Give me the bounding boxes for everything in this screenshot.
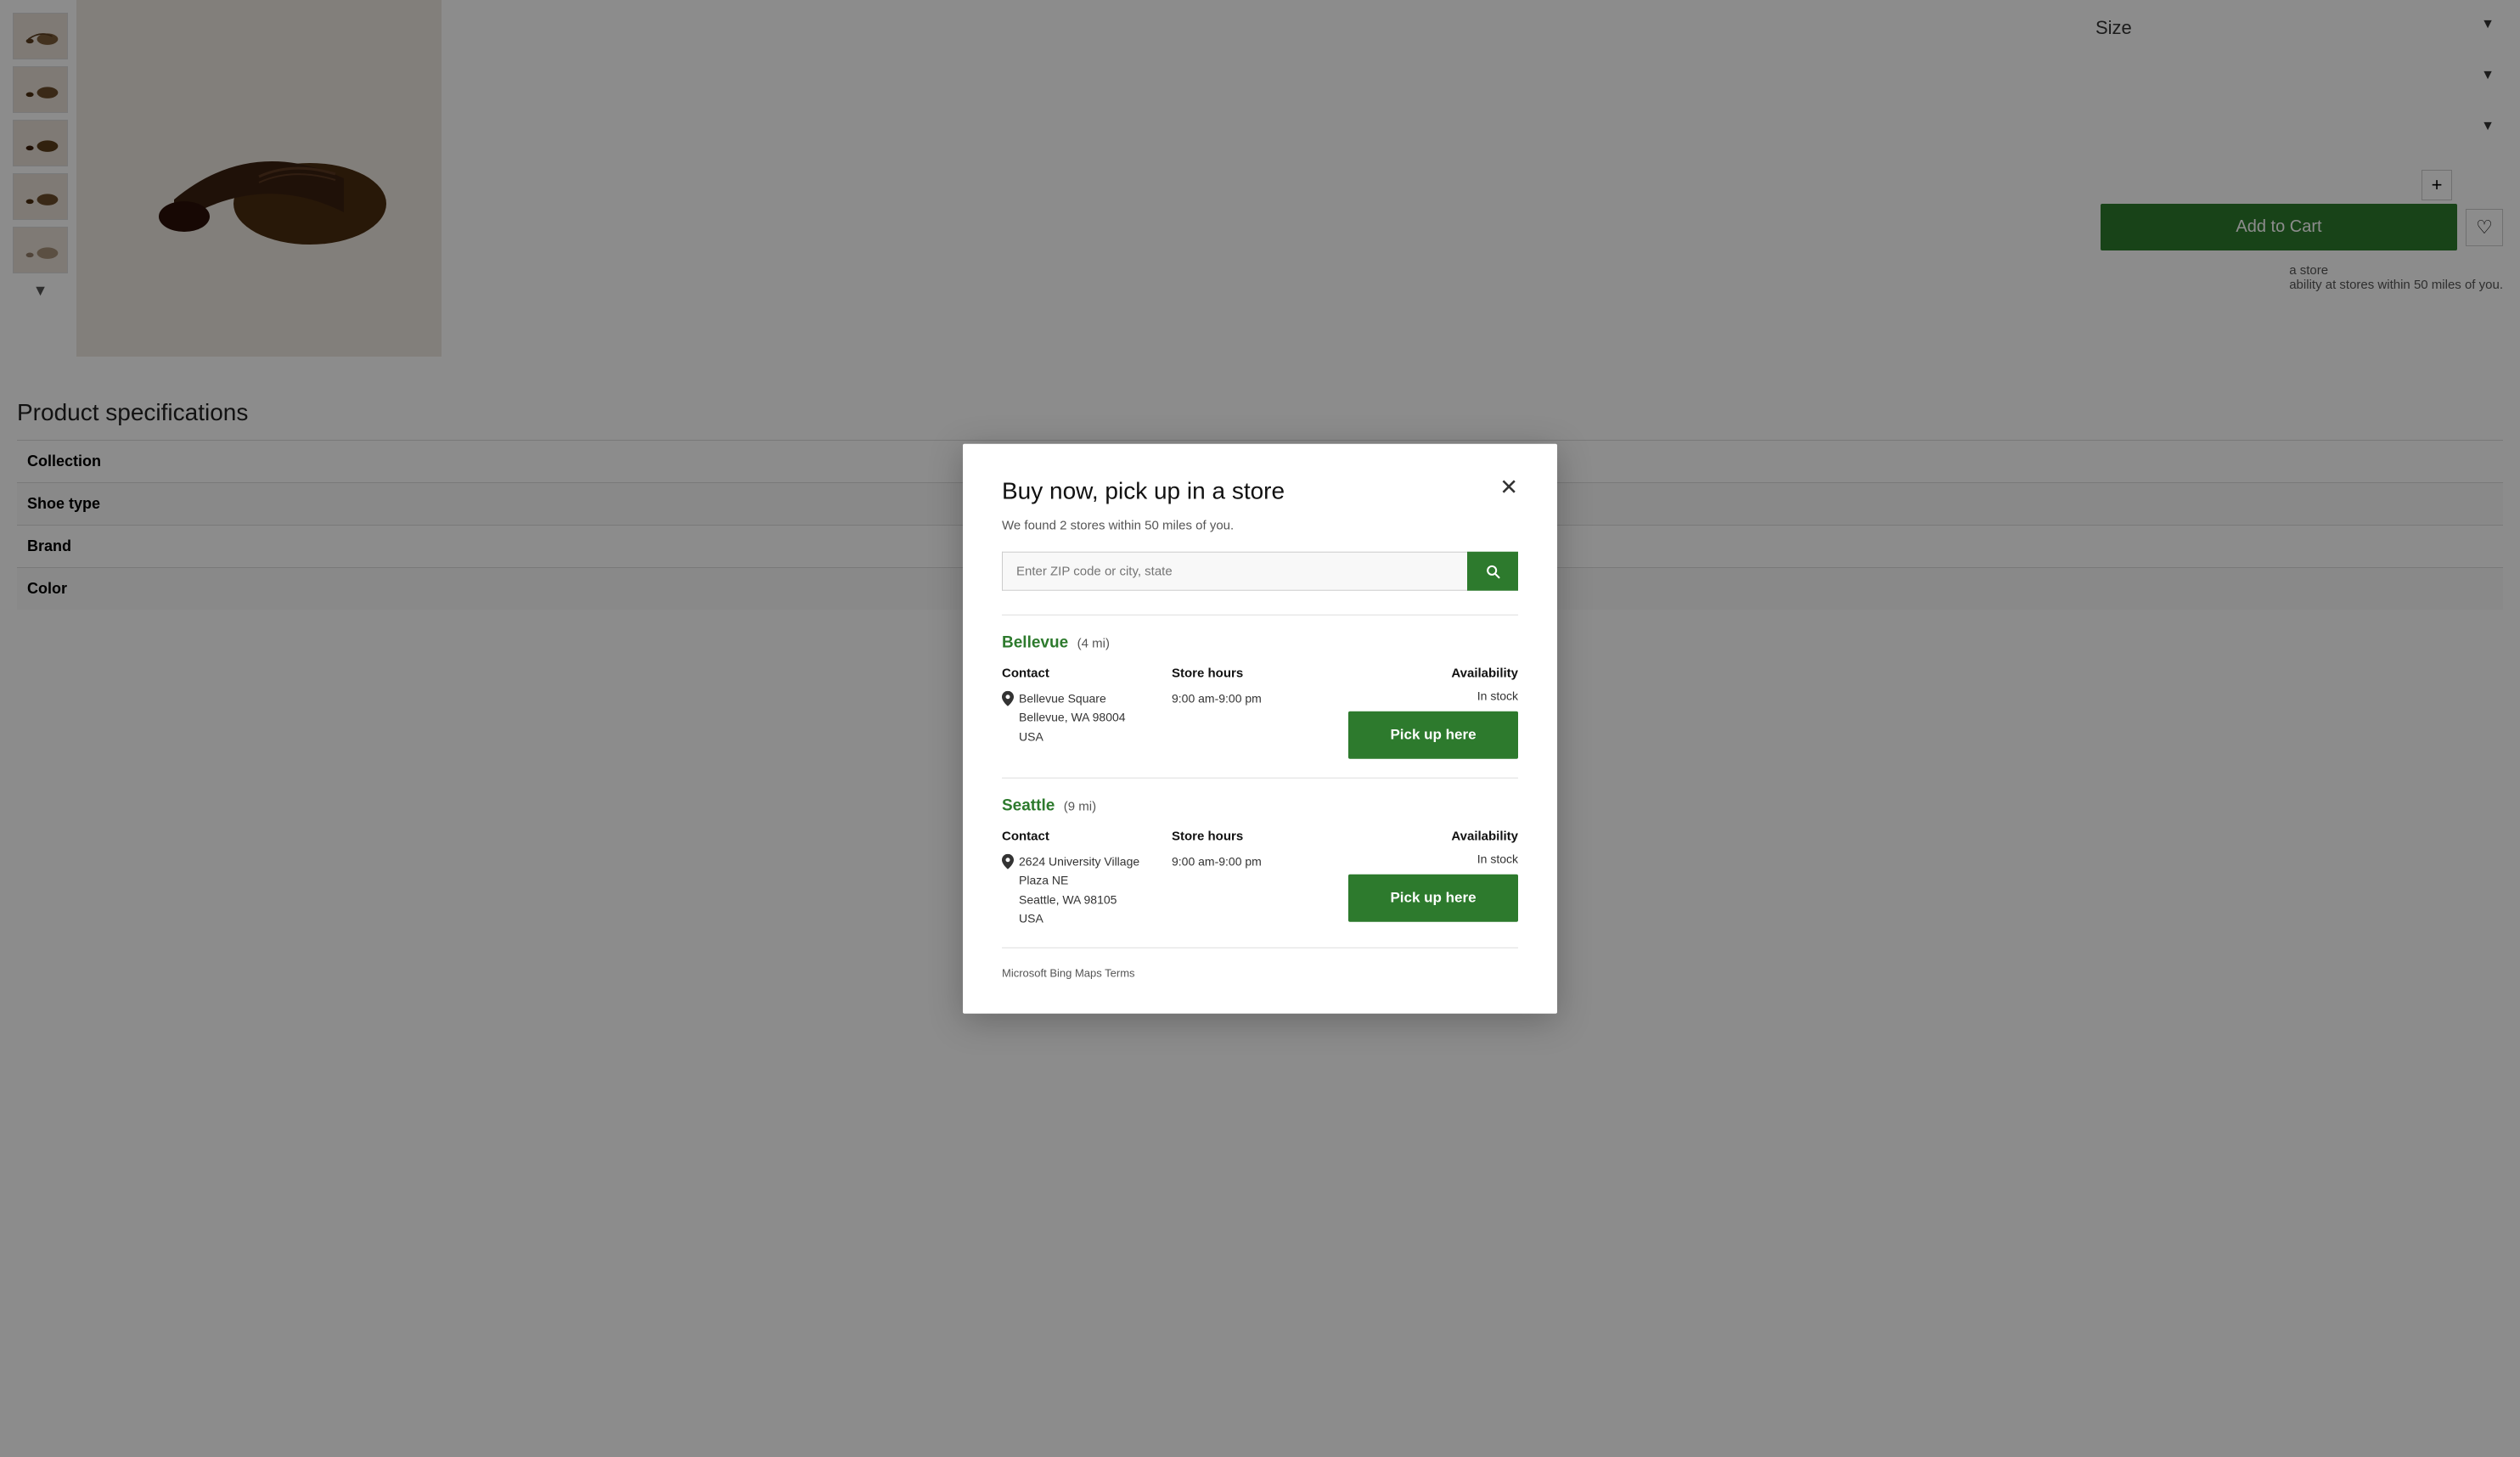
seattle-avail-header: Availability <box>1342 830 1518 844</box>
bellevue-hours-header: Store hours <box>1172 667 1342 681</box>
bellevue-distance: (4 mi) <box>1077 637 1110 651</box>
seattle-address-text: 2624 University Village Plaza NE Seattle… <box>1019 852 1139 929</box>
bellevue-avail-header: Availability <box>1342 667 1518 681</box>
bellevue-address-text: Bellevue Square Bellevue, WA 98004 USA <box>1019 689 1126 746</box>
bellevue-cols: Contact Bellevue Square Bellevue, WA 980… <box>1002 667 1518 759</box>
bing-terms: Microsoft Bing Maps Terms <box>1002 966 1518 979</box>
bellevue-contact-col: Contact Bellevue Square Bellevue, WA 980… <box>1002 667 1172 746</box>
seattle-location-pin-icon <box>1002 854 1014 874</box>
store-entry-bellevue: Bellevue (4 mi) Contact Bellevue Square … <box>1002 634 1518 759</box>
seattle-address: 2624 University Village Plaza NE Seattle… <box>1002 852 1172 929</box>
seattle-stock-status: In stock <box>1342 852 1518 866</box>
bellevue-avail-col: Availability In stock Pick up here <box>1342 667 1518 759</box>
bellevue-store-name: Bellevue <box>1002 634 1068 652</box>
search-icon <box>1484 563 1501 580</box>
bellevue-address: Bellevue Square Bellevue, WA 98004 USA <box>1002 689 1172 746</box>
location-pin-icon <box>1002 691 1014 711</box>
modal-title: Buy now, pick up in a store <box>1002 478 1285 505</box>
seattle-distance: (9 mi) <box>1064 800 1096 814</box>
bing-terms-link[interactable]: Microsoft Bing Maps Terms <box>1002 966 1135 979</box>
bottom-divider <box>1002 947 1518 948</box>
seattle-cols: Contact 2624 University Village Plaza NE… <box>1002 830 1518 929</box>
modal-header: Buy now, pick up in a store ✕ <box>1002 478 1518 505</box>
seattle-addr1: 2624 University Village <box>1019 852 1139 871</box>
store-divider <box>1002 778 1518 779</box>
bellevue-contact-header: Contact <box>1002 667 1172 681</box>
modal-close-button[interactable]: ✕ <box>1499 475 1518 501</box>
zip-search-button[interactable] <box>1467 552 1518 591</box>
seattle-addr4: USA <box>1019 909 1139 928</box>
seattle-avail-col: Availability In stock Pick up here <box>1342 830 1518 922</box>
store-pickup-modal: Buy now, pick up in a store ✕ We found 2… <box>963 444 1557 1014</box>
top-divider <box>1002 615 1518 616</box>
bellevue-addr1: Bellevue Square <box>1019 689 1126 708</box>
zip-search-row <box>1002 552 1518 591</box>
seattle-addr3: Seattle, WA 98105 <box>1019 891 1139 909</box>
seattle-hours: 9:00 am-9:00 pm <box>1172 852 1342 871</box>
seattle-name-row: Seattle (9 mi) <box>1002 797 1518 816</box>
bellevue-hours: 9:00 am-9:00 pm <box>1172 689 1342 708</box>
bellevue-addr3: USA <box>1019 728 1126 746</box>
seattle-store-name: Seattle <box>1002 797 1055 815</box>
seattle-pickup-button[interactable]: Pick up here <box>1348 875 1518 922</box>
bellevue-hours-col: Store hours 9:00 am-9:00 pm <box>1172 667 1342 708</box>
bellevue-pickup-button[interactable]: Pick up here <box>1348 712 1518 759</box>
seattle-contact-col: Contact 2624 University Village Plaza NE… <box>1002 830 1172 929</box>
seattle-hours-header: Store hours <box>1172 830 1342 844</box>
seattle-hours-col: Store hours 9:00 am-9:00 pm <box>1172 830 1342 871</box>
seattle-addr2: Plaza NE <box>1019 871 1139 890</box>
zip-input[interactable] <box>1002 552 1467 591</box>
bellevue-stock-status: In stock <box>1342 689 1518 703</box>
seattle-contact-header: Contact <box>1002 830 1172 844</box>
modal-subtitle: We found 2 stores within 50 miles of you… <box>1002 519 1518 533</box>
store-entry-seattle: Seattle (9 mi) Contact 2624 University V… <box>1002 797 1518 929</box>
bellevue-addr2: Bellevue, WA 98004 <box>1019 708 1126 727</box>
bellevue-name-row: Bellevue (4 mi) <box>1002 634 1518 653</box>
